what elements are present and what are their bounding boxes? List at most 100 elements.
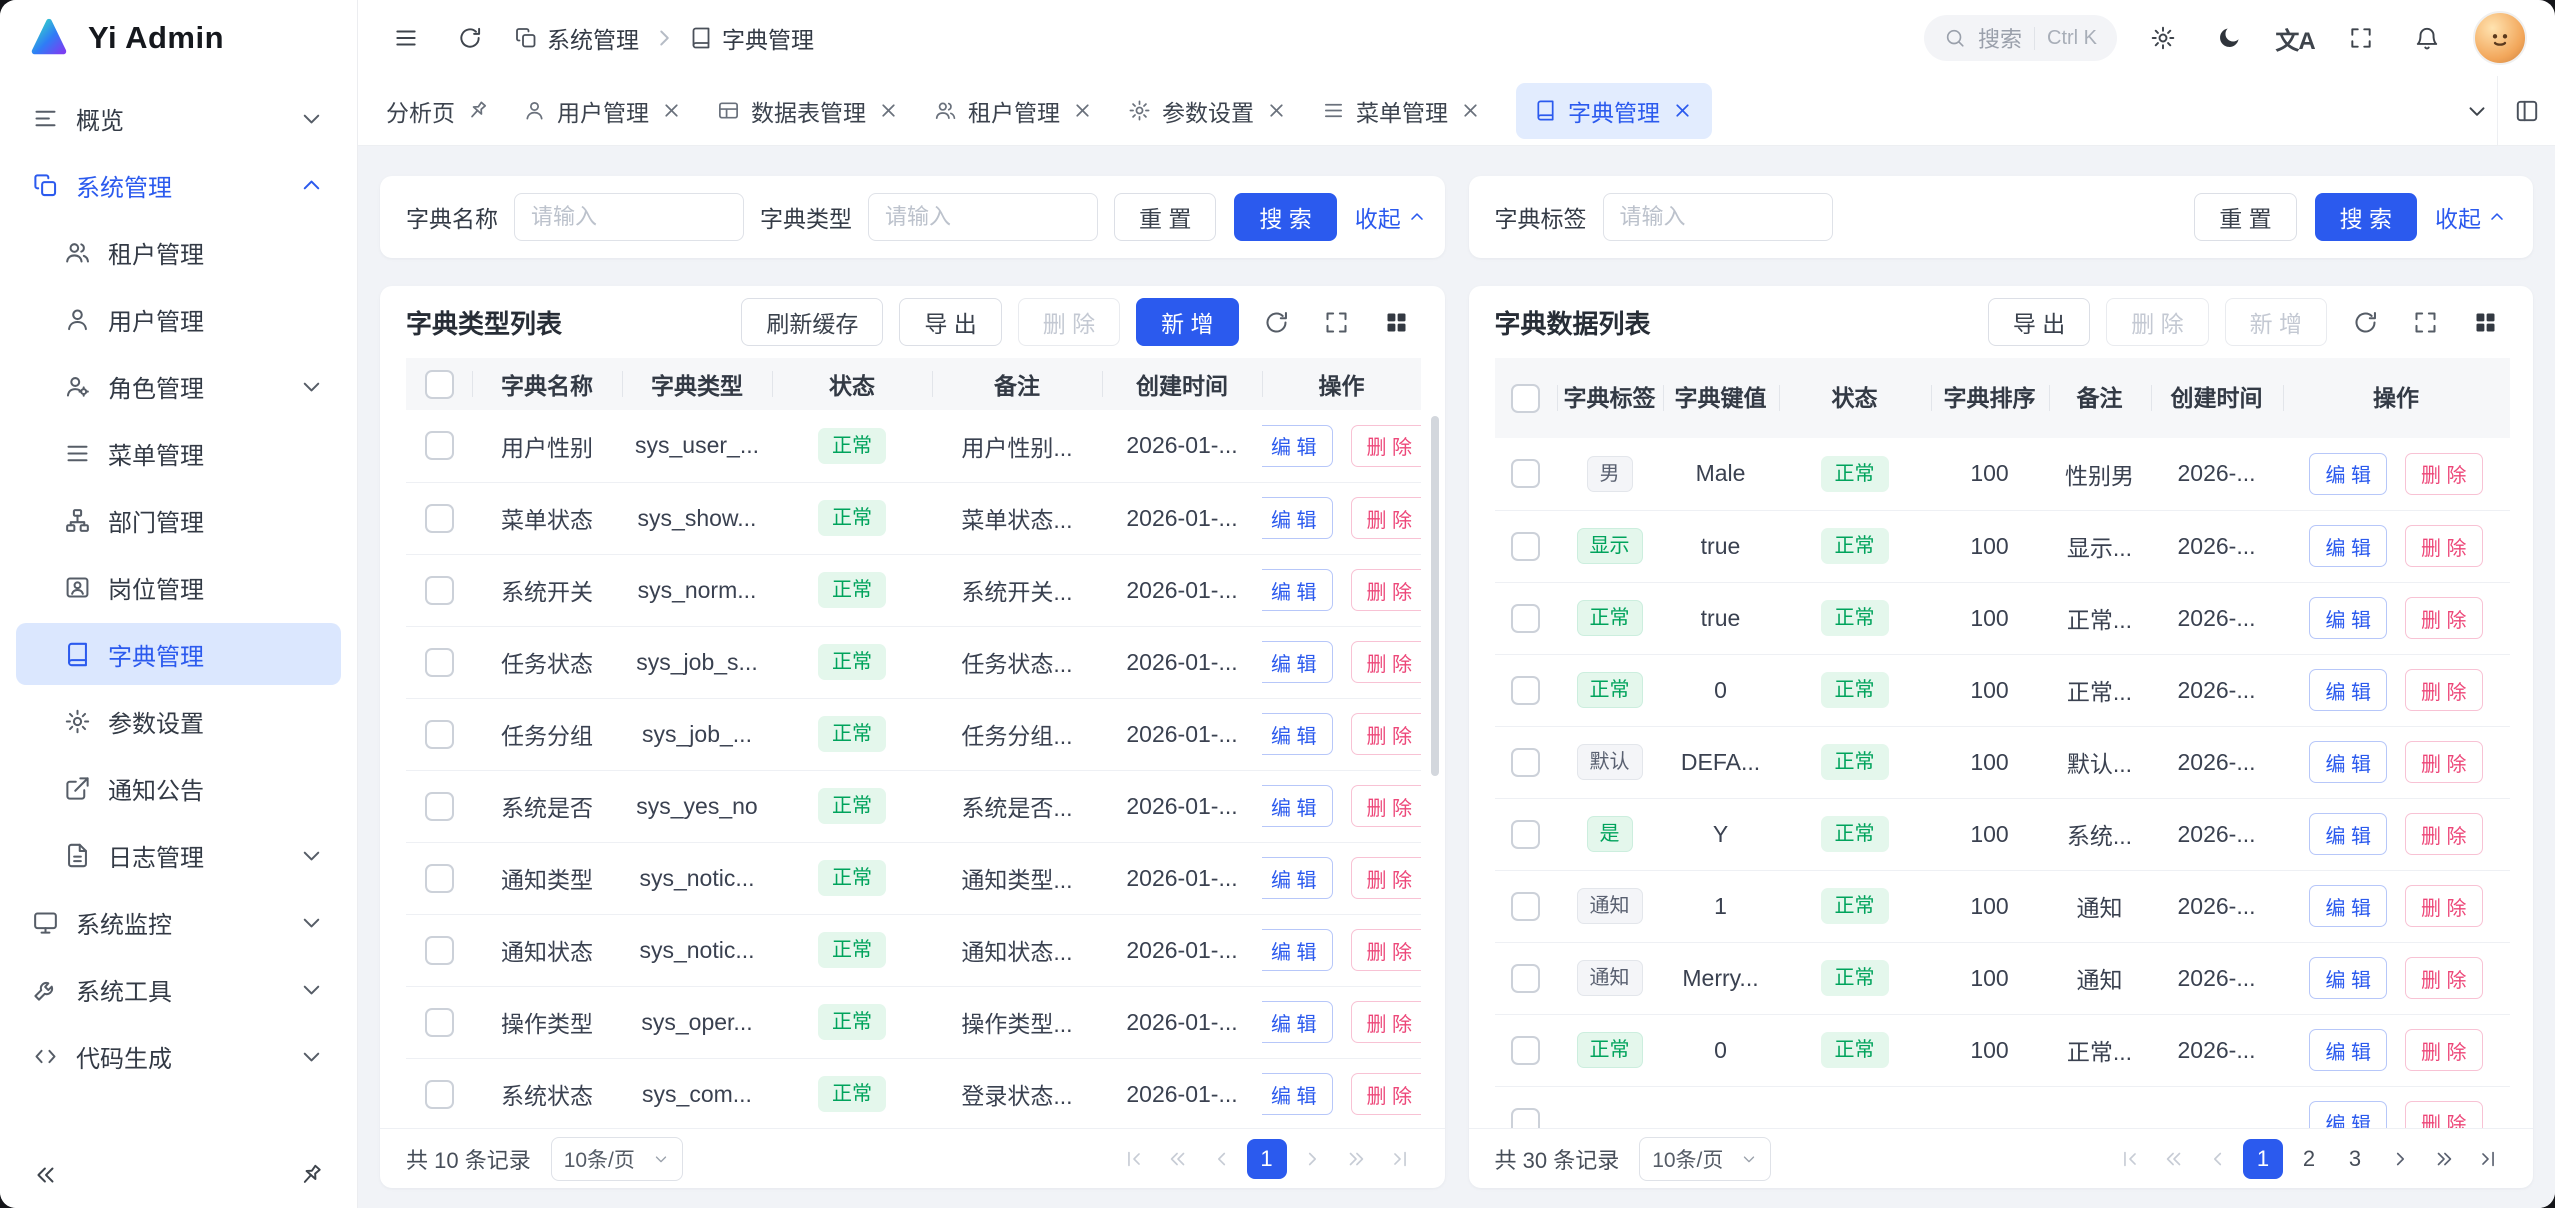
row-checkbox[interactable] xyxy=(425,1008,454,1037)
row-checkbox[interactable] xyxy=(425,936,454,965)
close-icon[interactable] xyxy=(1265,99,1288,122)
delete-button[interactable]: 删 除 xyxy=(1351,1001,1422,1043)
close-icon[interactable] xyxy=(660,99,683,122)
tab-dict-management[interactable]: 字典管理 xyxy=(1516,83,1712,139)
tab-analysis[interactable]: 分析页 xyxy=(386,94,489,128)
row-checkbox[interactable] xyxy=(425,720,454,749)
tab-datatable-management[interactable]: 数据表管理 xyxy=(717,94,900,128)
delete-button[interactable]: 删 除 xyxy=(1018,298,1120,346)
table-row[interactable]: 男 Male 正常 100 性别男 2026-... 编 辑 删 除 xyxy=(1495,438,2510,510)
edit-button[interactable]: 编 辑 xyxy=(1262,1001,1333,1043)
tab-param-settings[interactable]: 参数设置 xyxy=(1128,94,1288,128)
fullscreen-icon[interactable] xyxy=(1315,300,1359,344)
table-row[interactable]: 是 Y 正常 100 系统... 2026-... 编 辑 删 除 xyxy=(1495,798,2510,870)
next-page-button[interactable] xyxy=(1293,1140,1331,1178)
close-icon[interactable] xyxy=(1459,99,1482,122)
delete-button[interactable]: 删 除 xyxy=(2405,1029,2483,1071)
delete-button[interactable]: 删 除 xyxy=(2405,1101,2483,1128)
translate-icon[interactable]: 文A xyxy=(2275,18,2315,58)
table-row[interactable]: 正常 0 正常 100 正常... 2026-... 编 辑 删 除 xyxy=(1495,1014,2510,1086)
fullscreen-icon[interactable] xyxy=(2403,300,2447,344)
dict-type-input[interactable] xyxy=(868,193,1098,241)
add-button[interactable]: 新 增 xyxy=(2225,298,2327,346)
delete-button[interactable]: 删 除 xyxy=(2405,741,2483,783)
collapse-sidebar-button[interactable] xyxy=(26,1155,66,1195)
row-checkbox[interactable] xyxy=(425,1080,454,1109)
edit-button[interactable]: 编 辑 xyxy=(2309,453,2387,495)
table-row-partial[interactable]: 编 辑 删 除 xyxy=(1495,1086,2510,1128)
edit-button[interactable]: 编 辑 xyxy=(1262,1073,1333,1115)
row-checkbox[interactable] xyxy=(1511,820,1540,849)
edit-button[interactable]: 编 辑 xyxy=(1262,713,1333,755)
sidebar-item-system-tools[interactable]: 系统工具 xyxy=(16,958,341,1020)
delete-button[interactable]: 删 除 xyxy=(1351,425,1422,467)
row-checkbox[interactable] xyxy=(1511,748,1540,777)
layout-icon[interactable] xyxy=(2497,76,2555,145)
page-size-select[interactable]: 10条/页 xyxy=(551,1137,683,1181)
sidebar-item-post-management[interactable]: 岗位管理 xyxy=(16,556,341,618)
pin-icon[interactable] xyxy=(461,94,493,126)
delete-button[interactable]: 删 除 xyxy=(1351,641,1422,683)
edit-button[interactable]: 编 辑 xyxy=(2309,1029,2387,1071)
edit-button[interactable]: 编 辑 xyxy=(2309,741,2387,783)
page-number-button[interactable]: 3 xyxy=(2335,1139,2375,1179)
table-row[interactable]: 系统状态 sys_com... 正常 登录状态... 2026-01-... 编… xyxy=(406,1058,1421,1128)
page-number-button[interactable]: 2 xyxy=(2289,1139,2329,1179)
delete-button[interactable]: 删 除 xyxy=(2405,957,2483,999)
tab-user-management[interactable]: 用户管理 xyxy=(523,94,683,128)
first-page-button[interactable] xyxy=(2111,1140,2149,1178)
tab-tenant-management[interactable]: 租户管理 xyxy=(934,94,1094,128)
row-checkbox[interactable] xyxy=(425,792,454,821)
table-row[interactable]: 任务分组 sys_job_... 正常 任务分组... 2026-01-... … xyxy=(406,698,1421,770)
edit-button[interactable]: 编 辑 xyxy=(1262,857,1333,899)
column-settings-grid-icon[interactable] xyxy=(1375,300,1419,344)
row-checkbox[interactable] xyxy=(1511,676,1540,705)
reset-button[interactable]: 重 置 xyxy=(1114,193,1216,241)
edit-button[interactable]: 编 辑 xyxy=(2309,1101,2387,1128)
prev-page-button[interactable] xyxy=(2199,1140,2237,1178)
sidebar-item-dept-management[interactable]: 部门管理 xyxy=(16,489,341,551)
sidebar-item-overview[interactable]: 概览 xyxy=(16,87,341,149)
last-page-button[interactable] xyxy=(2469,1140,2507,1178)
edit-button[interactable]: 编 辑 xyxy=(1262,641,1333,683)
row-checkbox[interactable] xyxy=(425,648,454,677)
refresh-cache-button[interactable]: 刷新缓存 xyxy=(741,298,883,346)
row-checkbox[interactable] xyxy=(425,864,454,893)
refresh-icon[interactable] xyxy=(2343,300,2387,344)
tab-options-chevron-icon[interactable] xyxy=(2457,91,2497,131)
hamburger-menu-icon[interactable] xyxy=(386,18,426,58)
table-row[interactable]: 正常 0 正常 100 正常... 2026-... 编 辑 删 除 xyxy=(1495,654,2510,726)
table-row[interactable]: 用户性别 sys_user_... 正常 用户性别... 2026-01-...… xyxy=(406,410,1421,482)
delete-button[interactable]: 删 除 xyxy=(1351,713,1422,755)
sidebar-item-menu-management[interactable]: 菜单管理 xyxy=(16,422,341,484)
refresh-icon[interactable] xyxy=(1255,300,1299,344)
breadcrumb-item[interactable]: 系统管理 xyxy=(514,21,639,55)
table-row[interactable]: 通知 Merry... 正常 100 通知 2026-... 编 辑 xyxy=(1495,942,2510,1014)
dark-mode-moon-icon[interactable] xyxy=(2209,18,2249,58)
fullscreen-icon[interactable] xyxy=(2341,18,2381,58)
prev-page-button[interactable] xyxy=(1203,1140,1241,1178)
edit-button[interactable]: 编 辑 xyxy=(2309,597,2387,639)
close-icon[interactable] xyxy=(877,99,900,122)
edit-button[interactable]: 编 辑 xyxy=(1262,569,1333,611)
delete-button[interactable]: 删 除 xyxy=(2405,813,2483,855)
edit-button[interactable]: 编 辑 xyxy=(1262,785,1333,827)
page-number-button[interactable]: 1 xyxy=(1247,1139,1287,1179)
table-row[interactable]: 操作类型 sys_oper... 正常 操作类型... 2026-01-... … xyxy=(406,986,1421,1058)
table-row[interactable]: 正常 true 正常 100 正常... 2026-... 编 辑 删 xyxy=(1495,582,2510,654)
edit-button[interactable]: 编 辑 xyxy=(2309,669,2387,711)
scrollbar[interactable] xyxy=(1431,416,1439,776)
row-checkbox[interactable] xyxy=(1511,532,1540,561)
page-number-button[interactable]: 1 xyxy=(2243,1139,2283,1179)
sidebar-item-code-generation[interactable]: 代码生成 xyxy=(16,1025,341,1087)
close-icon[interactable] xyxy=(1671,99,1694,122)
delete-button[interactable]: 删 除 xyxy=(1351,929,1422,971)
delete-button[interactable]: 删 除 xyxy=(1351,785,1422,827)
delete-button[interactable]: 删 除 xyxy=(2405,525,2483,567)
row-checkbox[interactable] xyxy=(1511,964,1540,993)
global-search-input[interactable]: 搜索 Ctrl K xyxy=(1924,15,2117,61)
edit-button[interactable]: 编 辑 xyxy=(2309,813,2387,855)
collapse-filter-button[interactable]: 收起 xyxy=(1355,200,1427,234)
sidebar-item-system-monitor[interactable]: 系统监控 xyxy=(16,891,341,953)
column-settings-grid-icon[interactable] xyxy=(2463,300,2507,344)
